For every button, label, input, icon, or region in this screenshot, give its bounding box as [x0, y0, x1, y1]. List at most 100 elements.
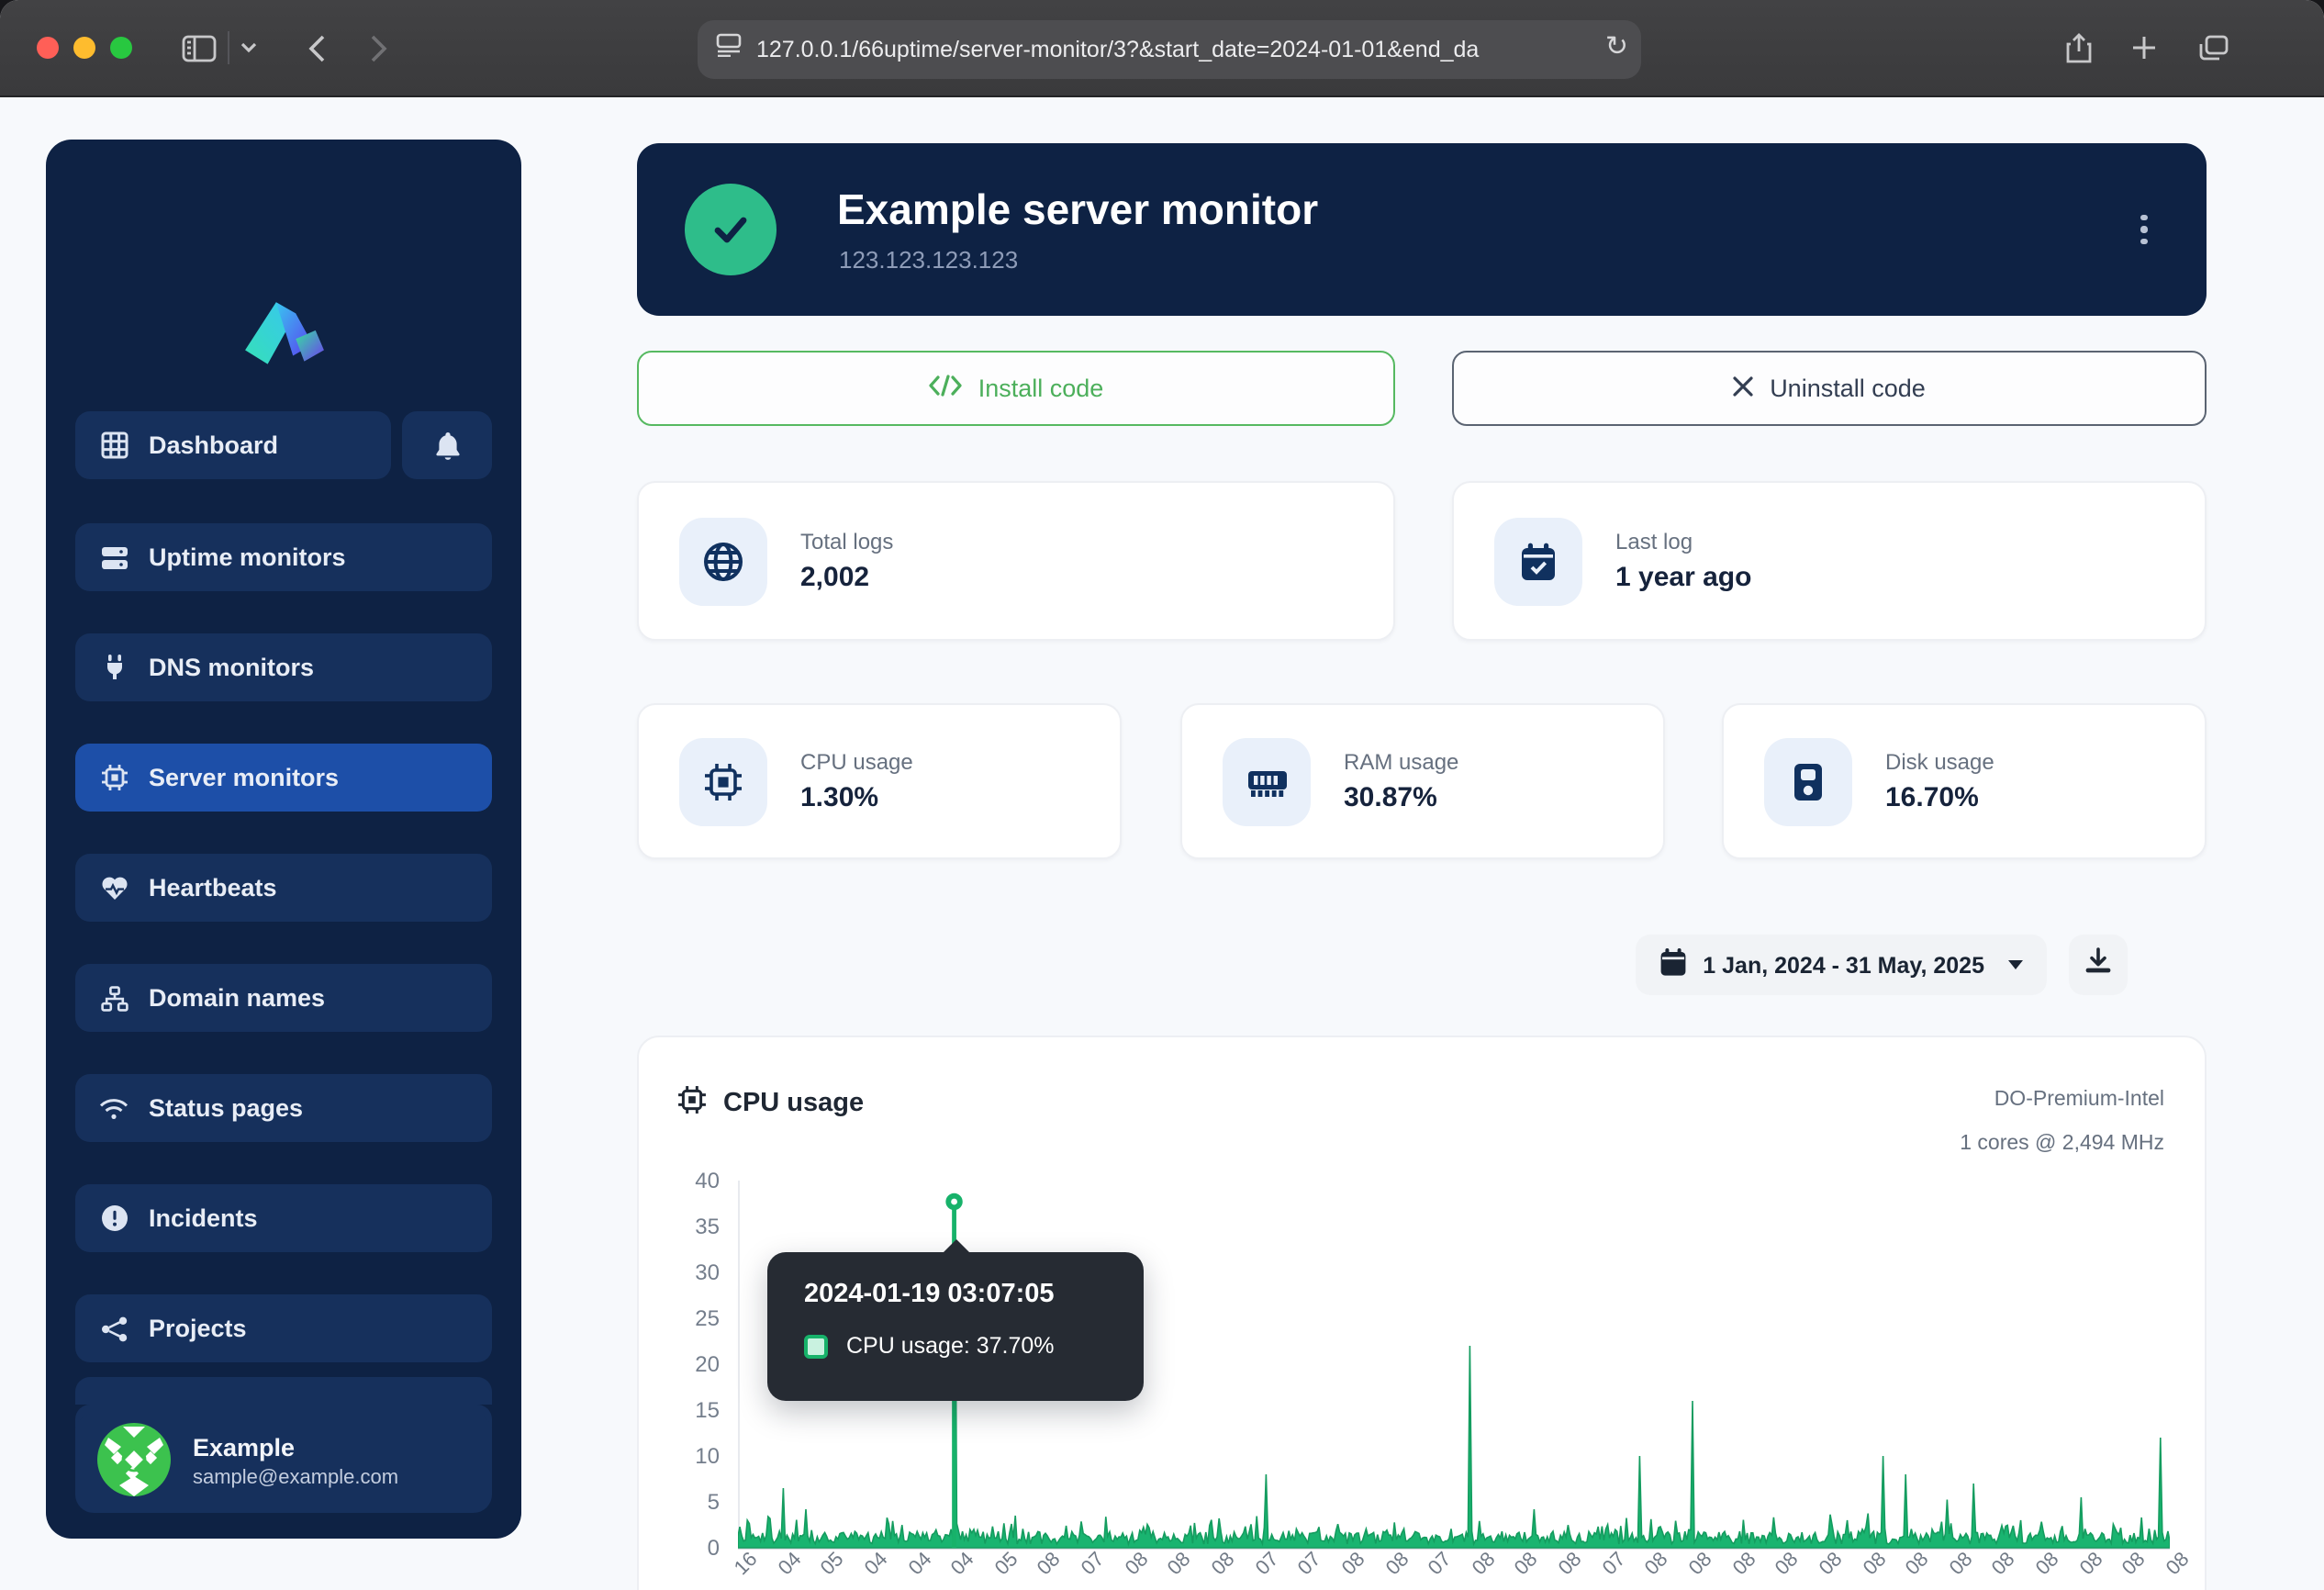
stat-value: 2,002 [800, 562, 893, 593]
stat-ram-usage: RAM usage 30.87% [1180, 703, 1665, 859]
sidebar-item-label: Projects [149, 1315, 247, 1342]
stat-value: 1.30% [800, 782, 913, 813]
status-up-icon [685, 184, 777, 275]
y-tick-label: 35 [650, 1214, 720, 1239]
tooltip-value: CPU usage: 37.70% [846, 1333, 1055, 1359]
stat-cpu-usage: CPU usage 1.30% [637, 703, 1122, 859]
sidebar-item-heartbeats[interactable]: Heartbeats [75, 854, 492, 922]
address-bar[interactable]: 127.0.0.1/66uptime/server-monitor/3?&sta… [698, 20, 1641, 79]
page-title: Example server monitor [837, 185, 1318, 235]
sidebar-item-dns-monitors[interactable]: DNS monitors [75, 633, 492, 701]
download-report-button[interactable] [2069, 935, 2128, 995]
date-range-picker[interactable]: 1 Jan, 2024 - 31 May, 2025 [1635, 935, 2047, 995]
y-tick-label: 15 [650, 1397, 720, 1423]
stat-disk-usage: Disk usage 16.70% [1722, 703, 2207, 859]
uninstall-code-button[interactable]: Uninstall code [1452, 351, 2207, 426]
sidebar-toggle-icon[interactable] [173, 24, 224, 72]
sidebar-item-partial[interactable] [75, 1377, 492, 1405]
sidebar-item-domain-names[interactable]: Domain names [75, 964, 492, 1032]
avatar [97, 1422, 171, 1505]
server-spec: 1 cores @ 2,494 MHz [1960, 1122, 2164, 1166]
sidebar-item-uptime-monitors[interactable]: Uptime monitors [75, 523, 492, 591]
main-content: Example server monitor 123.123.123.123 I… [637, 97, 2207, 1590]
share-icon[interactable] [2052, 24, 2104, 72]
globe-icon [679, 517, 767, 605]
series-swatch [804, 1334, 828, 1358]
sidebar-item-label: Status pages [149, 1094, 303, 1122]
back-button[interactable] [290, 24, 341, 72]
bell-icon [432, 431, 462, 460]
sidebar-item-status-pages[interactable]: Status pages [75, 1074, 492, 1142]
y-tick-label: 40 [650, 1168, 720, 1193]
close-window-button[interactable] [37, 37, 59, 59]
reload-icon[interactable]: ↻ [1605, 29, 1628, 62]
stat-value: 16.70% [1885, 782, 1994, 813]
sidebar-item-label: Domain names [149, 984, 325, 1012]
calendar-check-icon [1494, 517, 1582, 605]
chip-icon [99, 764, 128, 791]
stat-last-log: Last log 1 year ago [1452, 481, 2207, 641]
sidebar-item-dashboard[interactable]: Dashboard [75, 411, 391, 479]
y-tick-label: 0 [650, 1535, 720, 1561]
notifications-button[interactable] [402, 411, 492, 479]
sidebar-item-projects[interactable]: Projects [75, 1294, 492, 1362]
forward-button[interactable] [352, 24, 404, 72]
stat-label: Last log [1615, 529, 1751, 554]
chart-title: CPU usage [723, 1089, 864, 1118]
alert-circle-icon [99, 1204, 128, 1232]
y-tick-label: 25 [650, 1305, 720, 1331]
browser-window: 127.0.0.1/66uptime/server-monitor/3?&sta… [0, 0, 2324, 1590]
stat-label: Disk usage [1885, 749, 1994, 775]
monitor-header-card: Example server monitor 123.123.123.123 [637, 143, 2207, 316]
monitor-ip: 123.123.123.123 [839, 246, 1018, 274]
caret-down-icon [2008, 960, 2023, 969]
chevron-down-icon[interactable] [229, 24, 266, 72]
profile-card[interactable]: Example sample@example.com [75, 1414, 492, 1513]
stat-value: 1 year ago [1615, 562, 1751, 593]
sitemap-icon [99, 985, 128, 1011]
heart-pulse-icon [99, 875, 128, 901]
zoom-window-button[interactable] [110, 37, 132, 59]
sidebar-item-label: Incidents [149, 1204, 258, 1232]
y-tick-label: 20 [650, 1351, 720, 1377]
y-tick-label: 10 [650, 1443, 720, 1469]
close-icon [1733, 375, 1753, 402]
server-info: DO-Premium-Intel 1 cores @ 2,494 MHz [1960, 1078, 2164, 1167]
browser-toolbar: 127.0.0.1/66uptime/server-monitor/3?&sta… [0, 0, 2324, 97]
profile-name: Example [193, 1435, 398, 1466]
page-settings-icon[interactable] [716, 33, 742, 66]
calendar-icon [1659, 947, 1686, 982]
tooltip-timestamp: 2024-01-19 03:07:05 [804, 1280, 1055, 1309]
chart-tooltip: 2024-01-19 03:07:05 CPU usage: 37.70% [767, 1252, 1144, 1401]
app-logo[interactable] [46, 297, 521, 375]
stat-label: Total logs [800, 529, 893, 554]
server-stack-icon [99, 544, 128, 570]
chart-title-row: CPU usage [677, 1085, 864, 1122]
sidebar-item-label: DNS monitors [149, 654, 314, 681]
profile-email: sample@example.com [193, 1466, 398, 1493]
sidebar-item-label: Server monitors [149, 764, 339, 791]
sidebar-item-label: Uptime monitors [149, 543, 346, 571]
screenshot-stage: 127.0.0.1/66uptime/server-monitor/3?&sta… [0, 0, 2324, 1590]
stat-value: 30.87% [1344, 782, 1458, 813]
new-tab-icon[interactable] [2118, 24, 2170, 72]
chip-icon [679, 737, 767, 825]
memory-icon [1223, 737, 1311, 825]
stat-label: RAM usage [1344, 749, 1458, 775]
sidebar-item-incidents[interactable]: Incidents [75, 1184, 492, 1252]
sidebar-item-server-monitors[interactable]: Server monitors [75, 744, 492, 812]
tab-overview-icon[interactable] [2188, 24, 2240, 72]
chip-icon [677, 1085, 707, 1122]
stat-label: CPU usage [800, 749, 913, 775]
download-icon [2085, 946, 2111, 983]
sidebar: Dashboard Uptime monitors [46, 140, 521, 1539]
sidebar-item-label: Heartbeats [149, 874, 277, 901]
url-fade [1505, 20, 1579, 79]
install-code-button[interactable]: Install code [637, 351, 1395, 426]
date-range-bar: 1 Jan, 2024 - 31 May, 2025 [1635, 935, 2128, 995]
code-icon [929, 375, 962, 402]
more-options-button[interactable] [2129, 206, 2159, 253]
minimize-window-button[interactable] [73, 37, 95, 59]
share-nodes-icon [99, 1316, 128, 1341]
stat-total-logs: Total logs 2,002 [637, 481, 1395, 641]
